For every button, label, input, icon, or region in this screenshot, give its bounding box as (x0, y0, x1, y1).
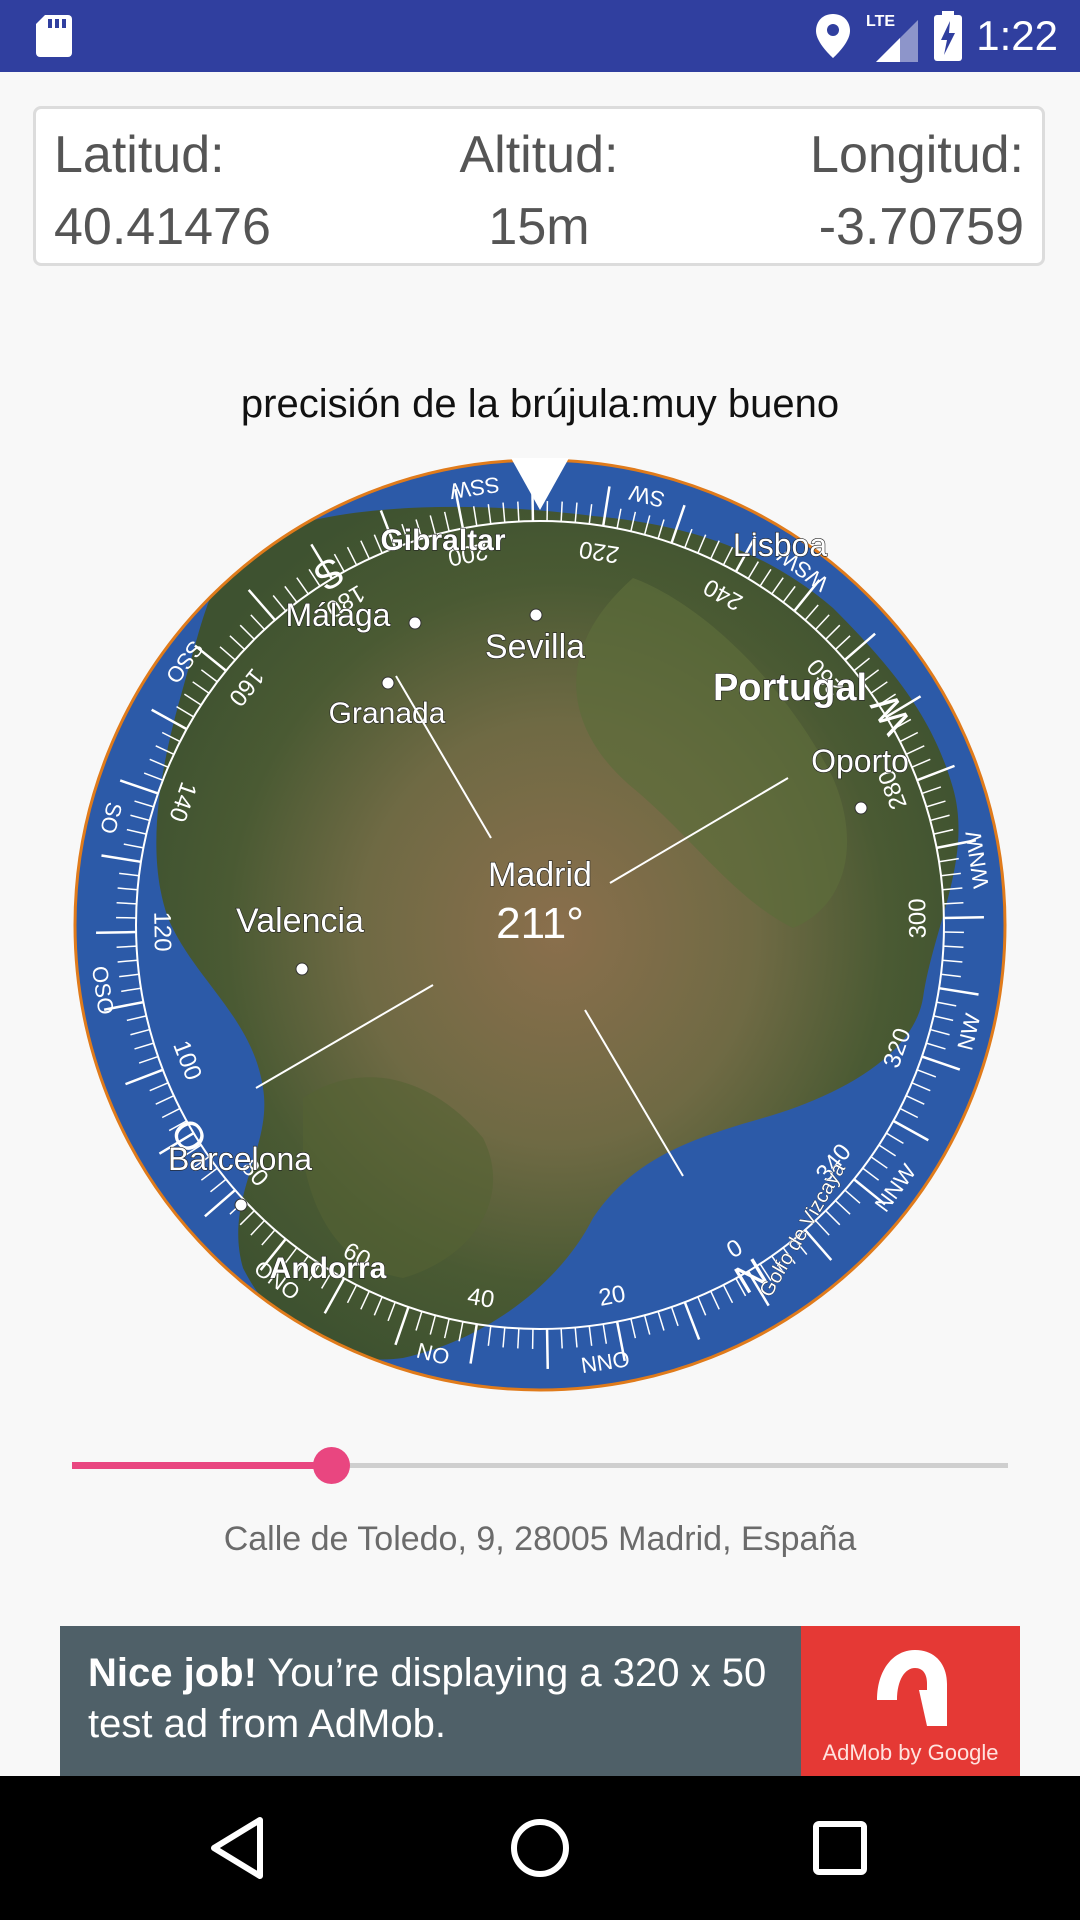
ad-message: Nice job! You’re displaying a 320 x 50 t… (88, 1648, 828, 1750)
map-label: Barcelona (168, 1141, 312, 1177)
degree-label: 40 (466, 1283, 497, 1314)
compass-tick (943, 945, 964, 948)
city-marker (408, 616, 422, 630)
compass-tick (545, 1328, 549, 1369)
latitude-label: Latitud: (54, 126, 225, 184)
recents-icon[interactable] (798, 1806, 882, 1890)
back-icon[interactable] (198, 1806, 282, 1890)
longitude-block: Longitud: -3.70759 (810, 119, 1024, 263)
address-text: Calle de Toledo, 9, 28005 Madrid, España (223, 1520, 857, 1558)
map-label: Portugal (713, 667, 867, 709)
compass-tick (116, 902, 137, 905)
compass-tick (560, 1328, 563, 1349)
city-marker (295, 962, 309, 976)
compass-tick (517, 1328, 520, 1349)
slider-fill (72, 1462, 332, 1469)
compass-tick (517, 501, 520, 522)
home-icon[interactable] (498, 1806, 582, 1890)
compass-tick (96, 930, 137, 934)
admob-logo-panel: AdMob by Google (801, 1626, 1020, 1776)
ad-banner[interactable]: Nice job! You’re displaying a 320 x 50 t… (60, 1626, 1020, 1776)
compass-tick (943, 902, 964, 905)
map-label: Sevilla (485, 628, 585, 666)
map-label: Madrid (488, 856, 592, 894)
degree-label: 20 (596, 1280, 627, 1312)
compass-tick (943, 916, 984, 920)
admob-logo-icon (877, 1650, 947, 1726)
navigation-bar (0, 1776, 1080, 1920)
map-label: Lisboa (733, 527, 828, 563)
city-marker (854, 801, 868, 815)
city-marker (381, 676, 395, 690)
compass-tick (116, 945, 137, 948)
map-label: Andorra (270, 1252, 387, 1285)
latitude-block: Latitud: 40.41476 (54, 119, 271, 263)
city-marker (234, 1198, 248, 1212)
compass-tick (560, 501, 563, 522)
heading-value: 211° (496, 899, 584, 948)
compass-precision-text: precisión de la brújula:muy bueno (240, 382, 840, 426)
clock: 1:22 (976, 12, 1058, 59)
status-bar: LTE 1:22 (0, 0, 1080, 72)
altitude-label: Altitud: (459, 126, 619, 184)
map-label: Oporto (811, 743, 909, 779)
latitude-value: 40.41476 (54, 198, 271, 256)
ad-headline: Nice job! (88, 1651, 257, 1695)
sd-card-icon (36, 15, 72, 57)
location-icon (816, 14, 851, 58)
map-label: Gibraltar (380, 524, 505, 557)
longitude-value: -3.70759 (818, 198, 1024, 256)
battery-charging-icon (934, 11, 963, 61)
degree-label: 300 (904, 898, 932, 939)
longitude-label: Longitud: (810, 126, 1024, 184)
degree-label: 120 (148, 911, 176, 952)
slider-thumb[interactable] (313, 1447, 351, 1484)
map-label: Granada (329, 697, 446, 730)
map-label: Málaga (286, 597, 391, 633)
admob-brand-text: AdMob by Google (822, 1740, 999, 1765)
compass-dial[interactable]: 020406080100120140160180200 2202402602803… (73, 458, 1007, 1392)
coordinates-card: Altitud: 15m Latitud: 40.41476 Longitud:… (33, 106, 1045, 266)
city-marker (529, 608, 543, 622)
zoom-slider[interactable] (72, 1440, 1008, 1490)
map-label: Valencia (236, 902, 364, 940)
svg-text:LTE: LTE (866, 13, 895, 30)
signal-icon: LTE (866, 13, 919, 62)
